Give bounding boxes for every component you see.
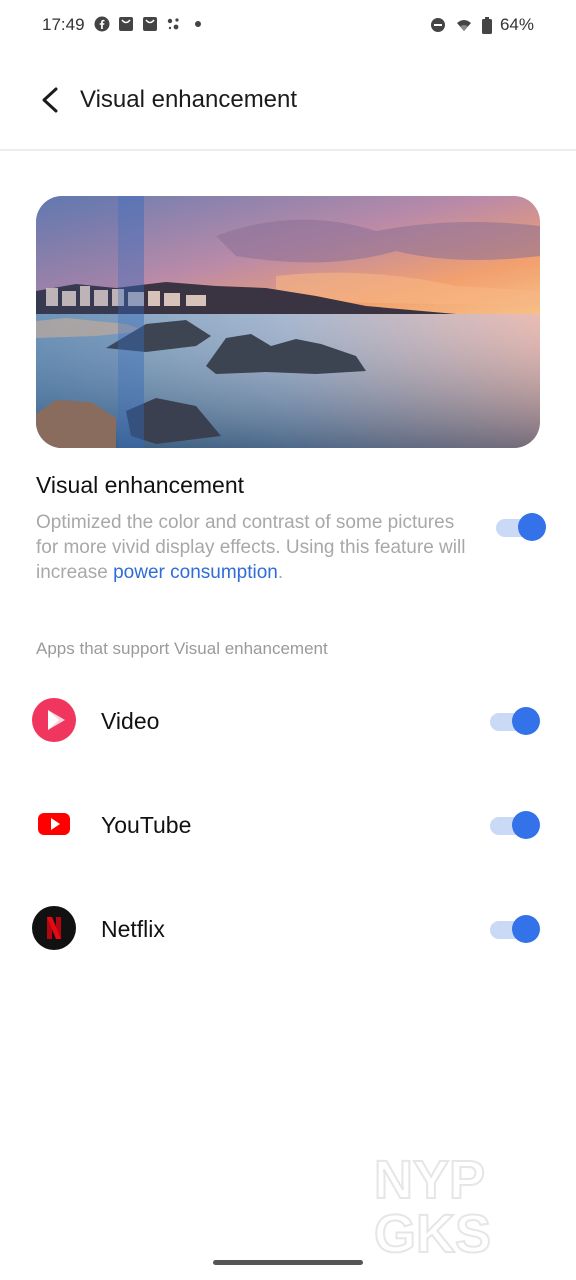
app-row-youtube[interactable]: YouTube [0, 786, 576, 866]
feature-description-end: . [277, 562, 284, 583]
svg-text:GKS: GKS [374, 1204, 491, 1258]
wifi-icon [456, 20, 471, 31]
video-toggle[interactable] [490, 706, 540, 736]
home-indicator[interactable] [213, 1260, 363, 1265]
back-button[interactable] [32, 82, 68, 118]
netflix-toggle[interactable] [490, 914, 540, 944]
toggle-knob [518, 513, 546, 541]
toggle-knob [512, 915, 540, 943]
apps-section-label: Apps that support Visual enhancement [36, 639, 328, 658]
coast-sunset-illustration [36, 196, 540, 448]
toggle-knob [512, 707, 540, 735]
do-not-disturb-icon [430, 18, 445, 32]
notification-bag-icon [119, 17, 133, 31]
page-title: Visual enhancement [80, 86, 298, 113]
video-play-icon [32, 698, 76, 742]
dot-icon [195, 21, 201, 27]
preview-image [36, 196, 540, 448]
assistant-dots-icon [167, 18, 179, 30]
notification-bag-icon [143, 17, 157, 31]
app-row-netflix[interactable]: Netflix [0, 890, 576, 970]
facebook-icon [94, 16, 110, 32]
netflix-icon [32, 906, 76, 950]
app-name-youtube: YouTube [101, 812, 192, 838]
feature-description: Optimized the color and contrast of some… [36, 510, 466, 585]
notification-icons [94, 16, 206, 32]
nypgks-watermark-logo: NYP GKS [374, 1149, 492, 1258]
app-name-video: Video [101, 708, 160, 734]
status-right: 64% [430, 15, 534, 35]
battery-icon [481, 16, 492, 34]
chevron-left-icon [42, 87, 58, 113]
battery-percent: 64% [499, 15, 534, 34]
visual-enhancement-toggle[interactable] [496, 512, 546, 542]
toggle-knob [512, 811, 540, 839]
app-row-video[interactable]: Video [0, 682, 576, 762]
status-bar: 17:49 64% [0, 0, 576, 52]
feature-title: Visual enhancement [36, 472, 244, 498]
youtube-toggle[interactable] [490, 810, 540, 840]
app-name-netflix: Netflix [101, 916, 165, 942]
svg-text:NYP: NYP [374, 1150, 485, 1210]
status-time: 17:49 [42, 15, 85, 34]
app-bar: Visual enhancement [0, 52, 576, 151]
power-consumption-link[interactable]: power consumption [113, 562, 278, 583]
youtube-icon [38, 813, 70, 835]
